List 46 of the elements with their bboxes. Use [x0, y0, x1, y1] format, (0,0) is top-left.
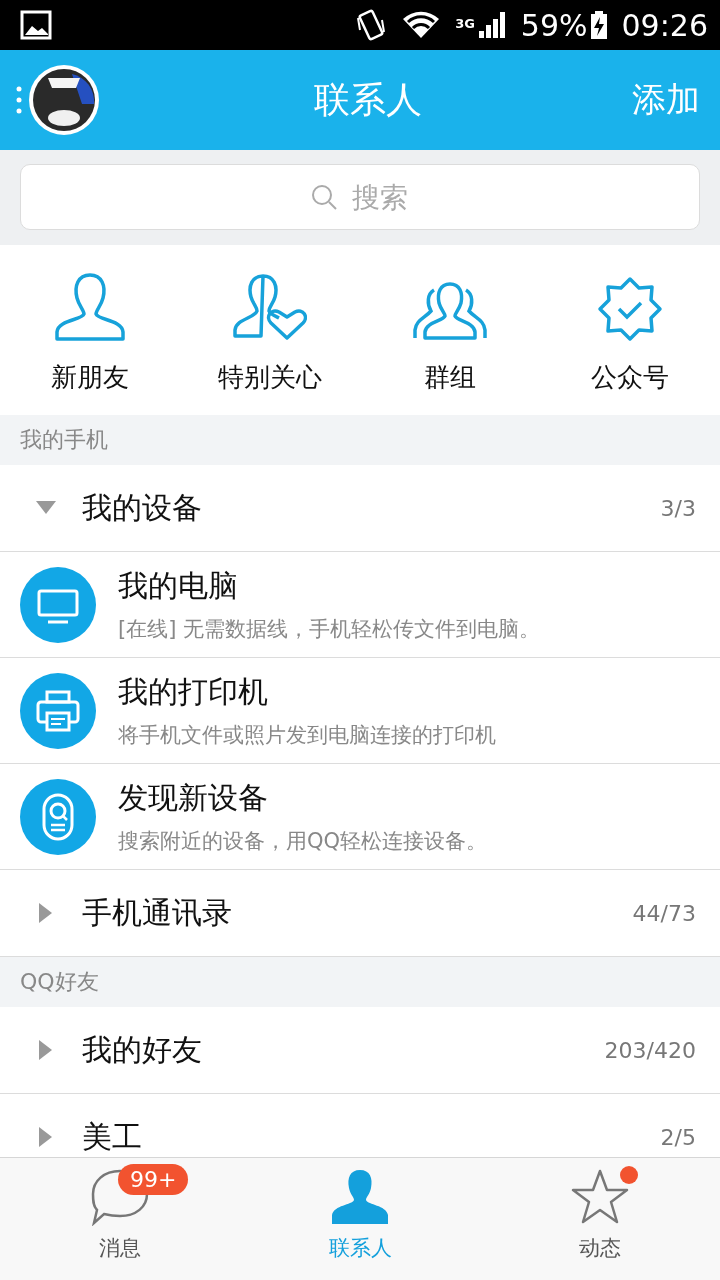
group-name: 我的设备	[82, 488, 203, 527]
search-icon	[310, 183, 338, 211]
clock-time: 09:26	[621, 7, 708, 43]
member-count: 2/5	[660, 1124, 696, 1150]
shortcut-link[interactable]: 群组	[424, 360, 476, 395]
device-name: 我的电脑	[118, 567, 239, 605]
group-icon	[413, 280, 487, 342]
tab[interactable]: 消息 99+	[0, 1158, 240, 1280]
section-header: QQ好友	[0, 957, 720, 1007]
search-field[interactable]: 搜索	[20, 164, 700, 230]
tab[interactable]: 动态	[480, 1158, 720, 1280]
device-name: 我的打印机	[118, 673, 269, 711]
battery-charging-icon	[589, 10, 608, 40]
device-description: 搜索附近的设备，用QQ轻松连接设备。	[118, 828, 488, 855]
wifi-icon	[401, 10, 442, 40]
vibrate-icon	[355, 8, 388, 42]
image-icon	[20, 10, 52, 40]
scanner-device-icon	[20, 778, 96, 855]
battery-level: 59%	[520, 7, 588, 43]
member-count: 203/420	[604, 1037, 696, 1063]
group-name: 美工	[82, 1117, 143, 1156]
unread-badge: 99+	[118, 1164, 189, 1195]
section-header: 我的手机	[0, 415, 720, 465]
group-name: 手机通讯录	[82, 893, 233, 932]
avatar[interactable]	[28, 64, 100, 136]
verified-badge-icon	[597, 276, 663, 342]
device-name: 发现新设备	[118, 779, 269, 817]
person-icon	[330, 1168, 390, 1226]
shortcut-link[interactable]: 公众号	[591, 360, 669, 395]
device-description: 将手机文件或照片发到电脑连接的打印机	[118, 722, 496, 749]
group-name: 我的好友	[82, 1030, 203, 1069]
member-count: 44/73	[632, 900, 696, 926]
person-heart-icon	[233, 272, 307, 342]
monitor-icon	[20, 566, 96, 643]
printer-icon	[20, 672, 96, 749]
star-icon	[571, 1168, 629, 1226]
person-icon	[54, 272, 126, 342]
device-row[interactable]: 我的电脑 [在线] 无需数据线，手机轻松传文件到电脑。	[0, 552, 720, 658]
device-description: [在线] 无需数据线，手机轻松传文件到电脑。	[118, 616, 541, 643]
shortcut-link[interactable]: 新朋友	[51, 360, 129, 395]
device-row[interactable]: 我的打印机 将手机文件或照片发到电脑连接的打印机	[0, 658, 720, 764]
shortcut-link[interactable]: 特别关心	[218, 360, 322, 395]
page-title: 联系人	[313, 77, 423, 122]
signal-icon	[476, 10, 507, 40]
member-count: 3/3	[660, 495, 696, 521]
network-type: 3G	[455, 15, 475, 31]
